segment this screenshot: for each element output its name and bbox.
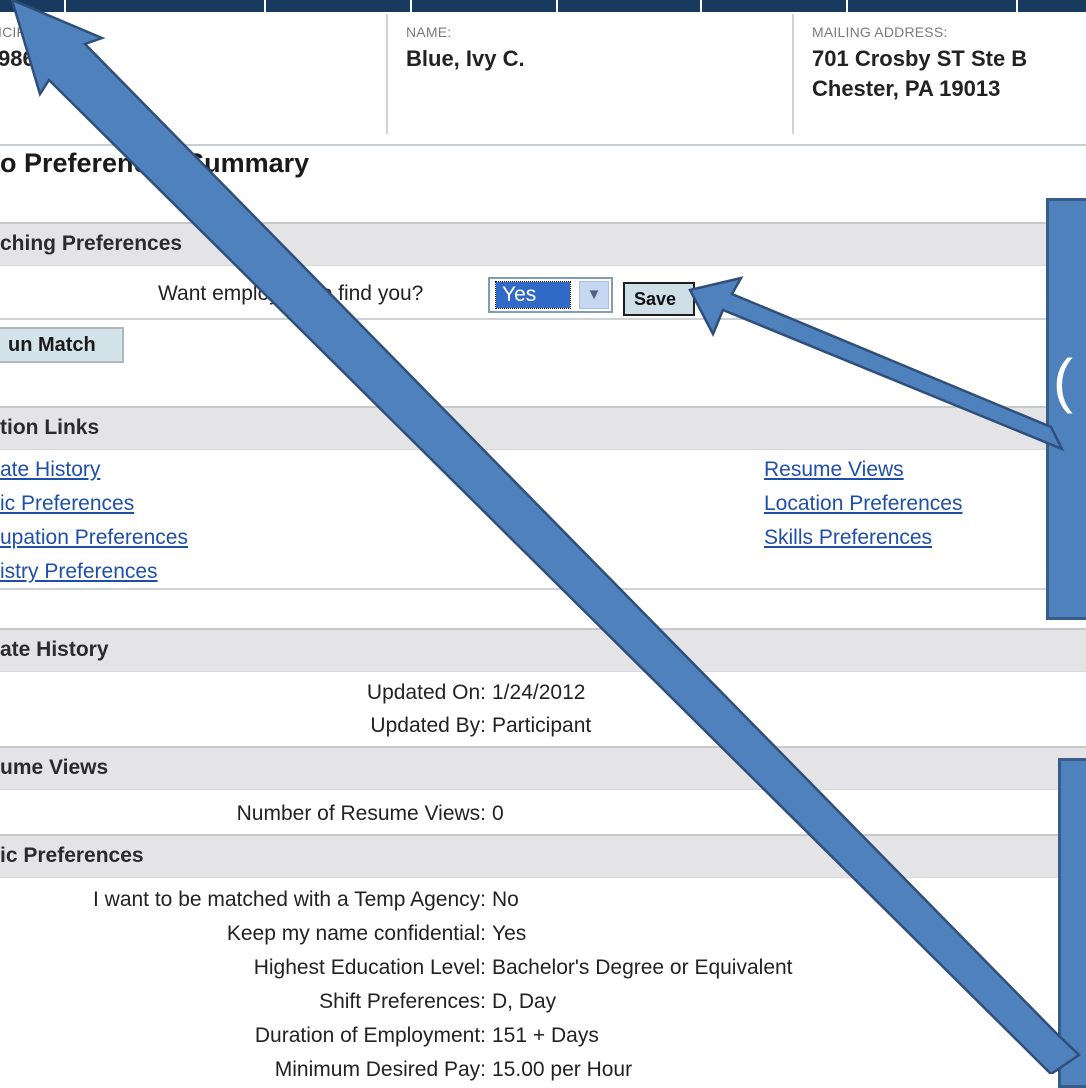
save-arrow: [688, 276, 1065, 452]
annotation-arrows: [10, 0, 1081, 1074]
diagonal-arrow: [10, 0, 1081, 1074]
